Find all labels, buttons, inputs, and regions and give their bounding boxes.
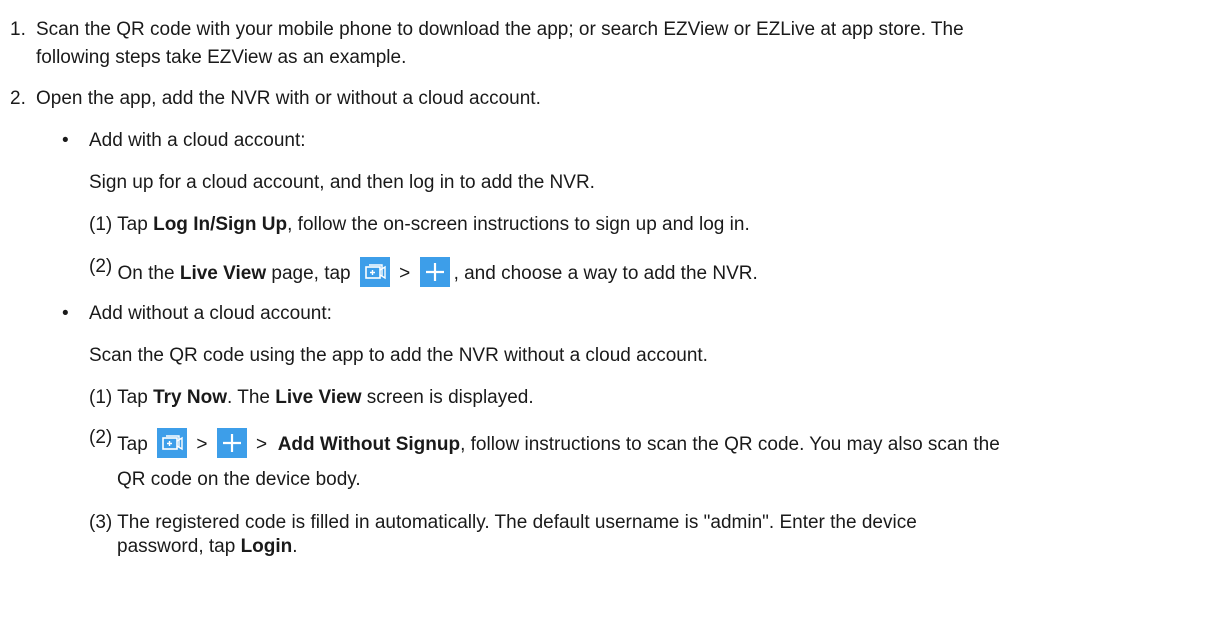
- sub2-mid: page, tap: [266, 263, 356, 285]
- wo-sub2-separator-1: >: [191, 434, 213, 456]
- step-1-number: 1.: [10, 19, 26, 40]
- wo-sub1-number: (1): [89, 387, 113, 408]
- step-1-text-line1: Scan the QR code with your mobile phone …: [36, 19, 964, 40]
- wo-sub3-line2-post: .: [292, 536, 298, 557]
- without-account-sub2-line2: QR code on the device body.: [117, 469, 361, 490]
- sub2-post: , and choose a way to add the NVR.: [453, 263, 758, 285]
- wo-sub3-number: (3): [89, 512, 113, 533]
- with-account-intro: Sign up for a cloud account, and then lo…: [89, 172, 595, 193]
- wo-sub3-line1: The registered code is filled in automat…: [117, 512, 917, 533]
- plus-icon-2: [216, 428, 247, 458]
- sub1-number: (1): [89, 214, 113, 235]
- bullet-without-account: •: [62, 303, 69, 324]
- with-account-heading: Add with a cloud account:: [89, 130, 306, 151]
- wo-sub1-pre: Tap: [117, 387, 154, 408]
- step-2-number: 2.: [10, 88, 26, 109]
- step-2-text: Open the app, add the NVR with or withou…: [36, 88, 541, 109]
- wo-sub2-pre: Tap: [117, 434, 154, 456]
- device-add-icon-2: [157, 428, 188, 458]
- wo-sub2-number: (2): [89, 427, 113, 449]
- without-account-intro: Scan the QR code using the app to add th…: [89, 345, 708, 366]
- wo-sub1-mid: . The: [227, 387, 276, 408]
- live-view-label: Live View: [179, 263, 267, 285]
- log-in-sign-up-label: Log In/Sign Up: [153, 214, 288, 235]
- live-view-label-2: Live View: [275, 387, 362, 408]
- add-without-signup-label: Add Without Signup: [277, 434, 461, 456]
- wo-sub2-post: , follow instructions to scan the QR cod…: [460, 434, 1000, 456]
- sub1-post: , follow the on-screen instructions to s…: [287, 214, 750, 235]
- wo-sub3-line2-pre: password, tap: [117, 536, 241, 557]
- sub2-number: (2): [89, 256, 113, 278]
- device-add-icon: [359, 257, 390, 287]
- login-label: Login: [240, 536, 293, 557]
- step-1-text-line2: following steps take EZView as an exampl…: [36, 47, 407, 68]
- without-account-heading: Add without a cloud account:: [89, 303, 332, 324]
- without-account-sub1: (1) Tap Try Now. The Live View screen is…: [89, 386, 534, 410]
- sub2-separator: >: [393, 263, 416, 285]
- plus-icon: [419, 257, 450, 287]
- wo-sub2-separator-2: >: [250, 434, 273, 456]
- without-account-sub2: (2) Tap > > Add Without Signup, follow i…: [89, 427, 1000, 460]
- with-account-sub2: (2) On the Live View page, tap > , and c…: [89, 256, 758, 289]
- without-account-sub3: (3) The registered code is filled in aut…: [89, 511, 917, 535]
- with-account-sub1: (1) Tap Log In/Sign Up, follow the on-sc…: [89, 213, 750, 237]
- sub1-pre: Tap: [117, 214, 154, 235]
- wo-sub1-post: screen is displayed.: [361, 387, 534, 408]
- bullet-with-account: •: [62, 130, 69, 151]
- without-account-sub3-line2: password, tap Login.: [117, 535, 298, 559]
- sub2-pre: On the: [117, 263, 180, 285]
- try-now-label: Try Now: [153, 387, 227, 408]
